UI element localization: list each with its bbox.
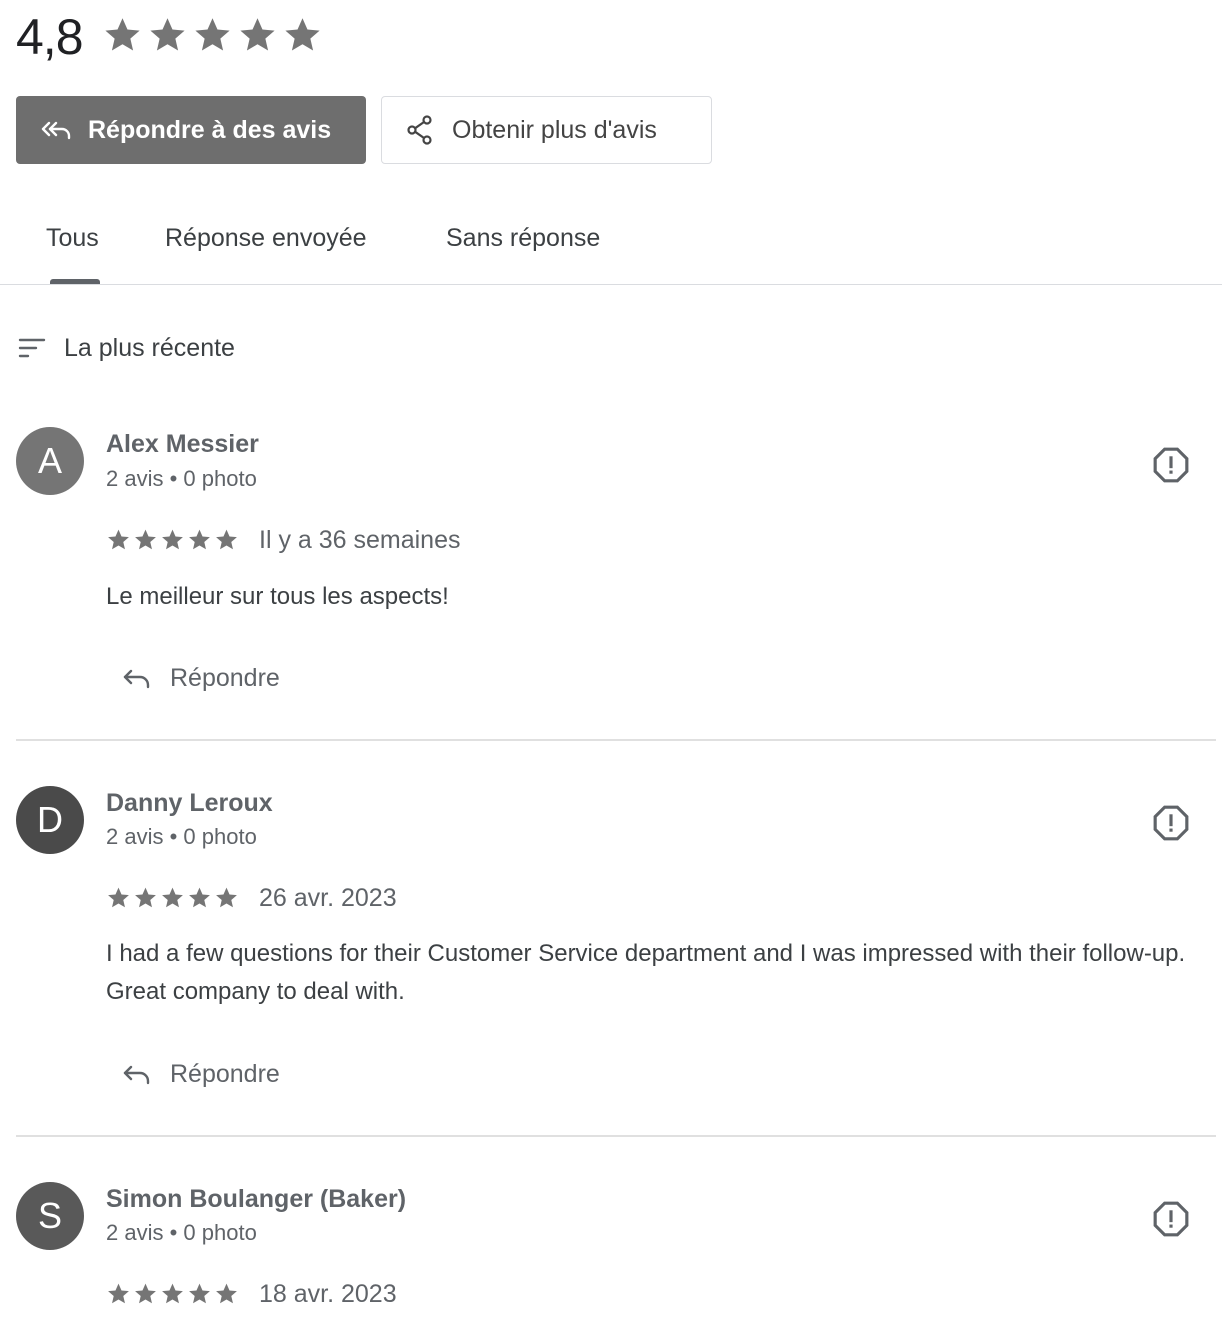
reviewer-name[interactable]: Danny Leroux: [106, 789, 273, 818]
reply-button[interactable]: Répondre: [122, 664, 280, 693]
report-icon[interactable]: [1152, 446, 1190, 484]
reply-all-icon: [41, 121, 71, 140]
reviewer-name[interactable]: Alex Messier: [106, 430, 259, 459]
reply-button[interactable]: Répondre: [122, 1060, 280, 1089]
review-date: 26 avr. 2023: [259, 884, 397, 912]
star-icon: [187, 1281, 212, 1306]
reply-icon: [122, 1063, 152, 1087]
review-text: I had a few questions for their Customer…: [106, 940, 1186, 1005]
review-date: 18 avr. 2023: [259, 1280, 397, 1308]
average-rating: 4,8: [16, 9, 84, 65]
report-icon[interactable]: [1152, 804, 1190, 842]
star-icon: [106, 527, 131, 552]
reply-to-reviews-button[interactable]: Répondre à des avis: [16, 96, 366, 164]
reviewer-meta: 2 avis • 0 photo: [106, 1220, 257, 1245]
star-icon: [160, 885, 185, 910]
review-date: Il y a 36 semaines: [259, 526, 461, 554]
star-icon: [106, 1281, 131, 1306]
get-more-reviews-button[interactable]: Obtenir plus d'avis: [381, 96, 712, 164]
star-icon: [133, 885, 158, 910]
review-divider: [16, 739, 1216, 741]
share-icon: [407, 115, 432, 145]
sort-label: La plus récente: [64, 333, 235, 362]
tabs-divider: [0, 284, 1222, 285]
review-stars: [106, 1281, 239, 1306]
avatar: D: [16, 786, 84, 854]
star-icon: [214, 885, 239, 910]
avatar: S: [16, 1182, 84, 1250]
get-more-reviews-label: Obtenir plus d'avis: [452, 115, 657, 144]
reviewer-name[interactable]: Simon Boulanger (Baker): [106, 1185, 406, 1214]
review-stars: [106, 885, 239, 910]
star-icon: [160, 1281, 185, 1306]
avatar: A: [16, 427, 84, 495]
reply-label: Répondre: [170, 664, 280, 692]
reply-label: Répondre: [170, 1060, 280, 1088]
star-icon: [102, 14, 143, 55]
star-icon: [133, 1281, 158, 1306]
tab-unanswered[interactable]: Sans réponse: [446, 216, 600, 260]
review-stars: [106, 527, 239, 552]
sort-icon: [18, 338, 46, 358]
star-icon: [187, 527, 212, 552]
star-icon: [282, 14, 323, 55]
star-icon: [147, 14, 188, 55]
reviewer-meta: 2 avis • 0 photo: [106, 824, 257, 849]
reviewer-meta: 2 avis • 0 photo: [106, 466, 257, 491]
star-icon: [192, 14, 233, 55]
review-text: Le meilleur sur tous les aspects!: [106, 583, 449, 610]
tab-all[interactable]: Tous: [46, 216, 99, 260]
star-icon: [160, 527, 185, 552]
star-icon: [214, 1281, 239, 1306]
reply-to-reviews-label: Répondre à des avis: [88, 115, 332, 144]
star-icon: [106, 885, 131, 910]
tab-replied[interactable]: Réponse envoyée: [165, 216, 367, 260]
star-icon: [214, 527, 239, 552]
average-rating-stars: [102, 14, 323, 60]
reply-icon: [122, 667, 152, 691]
review-divider: [16, 1135, 1216, 1137]
star-icon: [237, 14, 278, 55]
sort-dropdown[interactable]: La plus récente: [18, 328, 235, 368]
report-icon[interactable]: [1152, 1200, 1190, 1238]
star-icon: [133, 527, 158, 552]
star-icon: [187, 885, 212, 910]
